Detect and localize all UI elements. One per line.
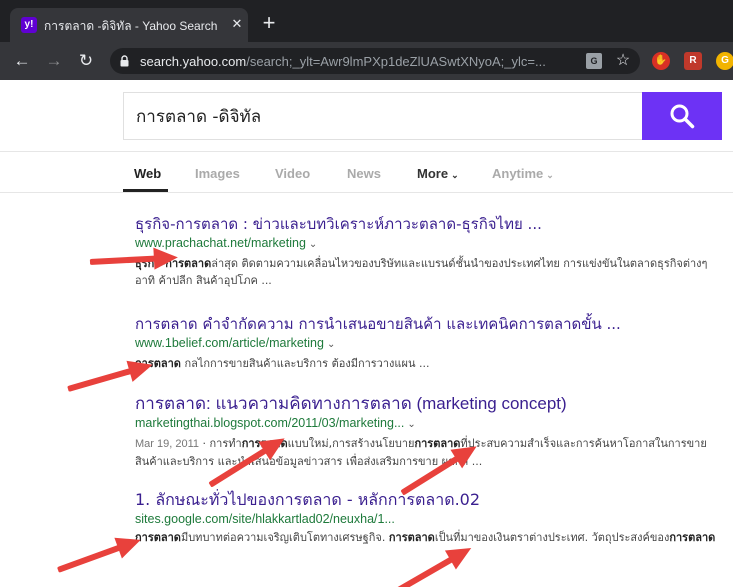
chevron-down-icon[interactable]: ⌄ bbox=[324, 339, 335, 350]
browser-window: y! การตลาด -ดิจิทัล - Yahoo Search Re ✕ … bbox=[0, 0, 733, 587]
result-url[interactable]: www.prachachat.net/marketing ⌄ bbox=[135, 235, 733, 253]
tab-strip: y! การตลาด -ดิจิทัล - Yahoo Search Re ✕ … bbox=[0, 0, 733, 42]
snippet-text: มีบทบาทต่อความเจริญเติบโตทางเศรษฐกิจ. bbox=[180, 531, 389, 544]
snippet-text: · การทำ bbox=[199, 437, 242, 450]
result-url-text: sites.google.com/site/hlakkartlad02/neux… bbox=[135, 512, 395, 526]
chevron-down-icon: ⌄ bbox=[546, 170, 554, 180]
back-arrow-icon[interactable]: ← bbox=[12, 51, 32, 71]
reload-icon[interactable]: ↻ bbox=[76, 51, 96, 71]
result-title-link[interactable]: ธุรกิจ-การตลาด : ข่าวและบทวิเคราะห์ภาวะต… bbox=[135, 213, 733, 235]
extension-yellow-icon[interactable]: G bbox=[716, 52, 733, 70]
url-host: search.yahoo.com bbox=[140, 54, 247, 69]
snippet-highlight: การตลาด bbox=[669, 531, 716, 544]
tab-video[interactable]: Video bbox=[275, 166, 310, 181]
result-snippet: การตลาด กลไกการขายสินค้าและบริการ ต้องมี… bbox=[135, 355, 727, 372]
translate-icon[interactable]: G bbox=[586, 53, 602, 69]
search-header bbox=[0, 80, 733, 152]
close-tab-icon[interactable]: ✕ bbox=[230, 16, 244, 32]
result-url[interactable]: sites.google.com/site/hlakkartlad02/neux… bbox=[135, 511, 733, 527]
result-snippet: ธุรกิจ-การตลาดล่าสุด ติดตามความเคลื่อนไห… bbox=[135, 255, 727, 289]
chevron-down-icon[interactable]: ⌄ bbox=[404, 419, 415, 430]
forward-arrow-icon[interactable]: → bbox=[44, 51, 64, 71]
tab-news[interactable]: News bbox=[347, 166, 381, 181]
bookmark-star-icon[interactable]: ☆ bbox=[614, 51, 632, 71]
result-date: Mar 19, 2011 bbox=[135, 438, 200, 450]
active-tab-underline bbox=[123, 189, 168, 192]
url-text: search.yahoo.com/search;_ylt=Awr9lmPXp1d… bbox=[140, 54, 580, 69]
search-result: การตลาด คำจำกัดความ การนำเสนอขายสินค้า แ… bbox=[135, 313, 733, 372]
tab-title: การตลาด -ดิจิทัล - Yahoo Search Re bbox=[44, 19, 220, 33]
extension-stop-icon[interactable]: ✋ bbox=[652, 52, 670, 70]
extension-red-icon[interactable]: R bbox=[684, 52, 702, 70]
tab-anytime[interactable]: Anytime ⌄ bbox=[492, 166, 554, 181]
result-url-text: marketingthai.blogspot.com/2011/03/marke… bbox=[135, 416, 405, 430]
lock-icon bbox=[120, 55, 129, 67]
tab-more-label: More bbox=[417, 166, 449, 181]
search-vertical-tabs: Web Images Video News More ⌄ Anytime ⌄ bbox=[0, 152, 733, 193]
yahoo-favicon-icon: y! bbox=[21, 17, 37, 33]
result-url[interactable]: www.1belief.com/article/marketing ⌄ bbox=[135, 335, 733, 353]
tab-images[interactable]: Images bbox=[195, 166, 240, 181]
result-title-link[interactable]: การตลาด คำจำกัดความ การนำเสนอขายสินค้า แ… bbox=[135, 313, 733, 335]
snippet-text: แบบใหม่,การสร้างนโยบาย bbox=[287, 437, 415, 450]
snippet-text: กลไกการขายสินค้าและบริการ ต้องมีการวางแผ… bbox=[180, 357, 430, 370]
result-snippet: การตลาดมีบทบาทต่อความเจริญเติบโตทางเศรษฐ… bbox=[135, 529, 727, 546]
result-url[interactable]: marketingthai.blogspot.com/2011/03/marke… bbox=[135, 415, 733, 433]
tab-web[interactable]: Web bbox=[134, 166, 161, 181]
annotation-arrow-icon bbox=[89, 247, 178, 270]
browser-toolbar: ← → ↻ search.yahoo.com/search;_ylt=Awr9l… bbox=[0, 42, 733, 80]
snippet-text: ล่าสุด ติดตามความเคลื่อนไหวของบริษัทและแ… bbox=[135, 257, 708, 287]
annotation-arrow-icon bbox=[56, 537, 141, 573]
result-url-text: www.1belief.com/article/marketing bbox=[135, 336, 324, 350]
search-result: 1. ลักษณะทั่วไปของการตลาด - หลักการตลาด.… bbox=[135, 489, 733, 546]
search-button[interactable] bbox=[642, 92, 722, 140]
search-icon bbox=[670, 104, 695, 129]
result-title-link[interactable]: การตลาด: แนวความคิดทางการตลาด (marketing… bbox=[135, 393, 733, 415]
address-bar[interactable]: search.yahoo.com/search;_ylt=Awr9lmPXp1d… bbox=[110, 48, 640, 74]
url-path: /search;_ylt=Awr9lmPXp1deZlUASwtXNyoA;_y… bbox=[246, 54, 546, 69]
snippet-highlight: การตลาด bbox=[388, 531, 435, 544]
tab-anytime-label: Anytime bbox=[492, 166, 544, 181]
chevron-down-icon[interactable]: ⌄ bbox=[306, 239, 317, 250]
new-tab-icon[interactable]: + bbox=[260, 12, 278, 34]
chevron-down-icon: ⌄ bbox=[451, 170, 459, 180]
tab-more[interactable]: More ⌄ bbox=[417, 166, 459, 181]
search-input[interactable] bbox=[123, 92, 643, 140]
browser-tab[interactable]: y! การตลาด -ดิจิทัล - Yahoo Search Re ✕ bbox=[10, 8, 248, 42]
search-result: ธุรกิจ-การตลาด : ข่าวและบทวิเคราะห์ภาวะต… bbox=[135, 213, 733, 289]
